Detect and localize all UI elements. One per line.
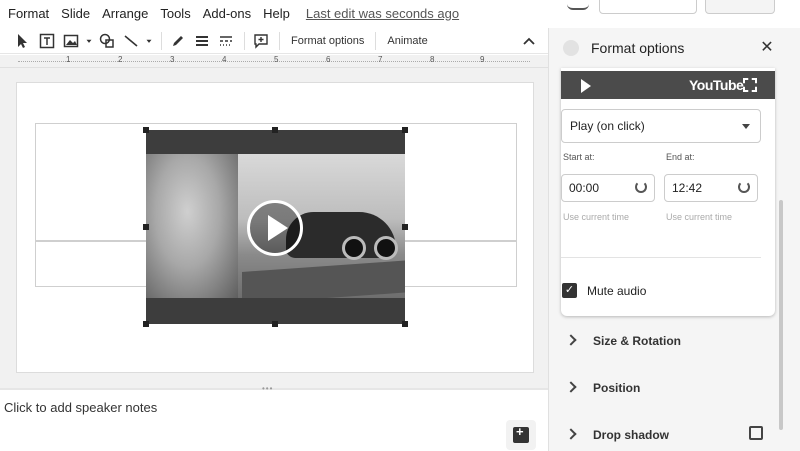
share-button[interactable]	[705, 0, 775, 14]
section-size-rotation[interactable]: Size & Rotation	[565, 332, 777, 352]
resize-handle[interactable]	[402, 127, 408, 133]
video-playback-card: YouTube Play (on click) Start at: End at…	[561, 68, 775, 316]
resize-handle[interactable]	[402, 321, 408, 327]
explore-button[interactable]	[506, 420, 536, 450]
ruler-number: 3	[170, 55, 175, 64]
section-label: Size & Rotation	[593, 334, 682, 348]
toolbar-divider	[161, 31, 162, 50]
notes-resize-grip-icon[interactable]: •••	[262, 385, 280, 393]
section-position[interactable]: Position	[565, 379, 777, 399]
embedded-video[interactable]	[146, 130, 405, 324]
thumbnail-person-image	[146, 154, 238, 298]
start-time-field[interactable]: 00:00	[561, 174, 655, 202]
menu-slide[interactable]: Slide	[61, 6, 90, 21]
resize-handle[interactable]	[143, 127, 149, 133]
menu-format[interactable]: Format	[8, 6, 49, 21]
select-tool-icon[interactable]	[12, 30, 34, 52]
end-at-label: End at:	[666, 152, 695, 162]
start-time-value: 00:00	[569, 181, 600, 195]
close-icon[interactable]: ✕	[757, 38, 777, 58]
resize-handle[interactable]	[272, 321, 278, 327]
toolbar-divider	[375, 31, 377, 50]
menu-help[interactable]: Help	[263, 6, 290, 21]
ruler-number: 5	[274, 55, 279, 64]
border-weight-icon[interactable]	[191, 30, 213, 52]
use-current-time-start[interactable]: Use current time	[563, 212, 629, 222]
comment-history-icon[interactable]	[567, 0, 589, 10]
mute-audio-label: Mute audio	[587, 284, 647, 298]
panel-title: Format options	[591, 40, 685, 56]
section-label: Position	[593, 381, 641, 395]
pen-color-icon[interactable]	[167, 30, 189, 52]
chevron-right-icon	[565, 334, 577, 346]
present-button[interactable]	[599, 0, 697, 14]
section-drop-shadow[interactable]: Drop shadow	[565, 426, 777, 446]
collapse-toolbar-icon[interactable]	[518, 31, 540, 53]
card-divider	[561, 257, 761, 258]
resize-handle[interactable]	[402, 224, 408, 230]
chevron-right-icon	[565, 381, 577, 393]
chevron-right-icon	[565, 428, 577, 440]
menu-arrange[interactable]: Arrange	[102, 6, 148, 21]
speaker-notes-area[interactable]: Click to add speaker notes	[4, 400, 157, 415]
youtube-play-icon[interactable]	[581, 79, 591, 93]
ruler-number: 9	[480, 55, 485, 64]
dropdown-arrow-icon[interactable]	[84, 30, 94, 52]
border-dash-icon[interactable]	[215, 30, 237, 52]
play-icon[interactable]	[247, 200, 303, 256]
add-comment-icon[interactable]	[250, 30, 272, 52]
thumbnail-wheel	[374, 236, 398, 260]
refresh-icon[interactable]	[738, 181, 750, 193]
thumbnail-ground-image	[242, 260, 405, 298]
format-options-panel: Format options ✕ YouTube Play (on click)…	[548, 28, 800, 451]
menu-add-ons[interactable]: Add-ons	[203, 6, 251, 21]
ruler-number: 6	[326, 55, 331, 64]
ruler-number: 2	[118, 55, 123, 64]
dropdown-caret-icon	[742, 124, 750, 129]
shape-icon[interactable]	[96, 30, 118, 52]
animate-button[interactable]: Animate	[381, 35, 433, 47]
refresh-icon[interactable]	[635, 181, 647, 193]
line-dropdown-icon[interactable]	[144, 30, 154, 52]
youtube-logo: YouTube	[689, 77, 744, 93]
ruler-number: 8	[430, 55, 435, 64]
thumbnail-wheel	[342, 236, 366, 260]
text-box-icon[interactable]	[36, 30, 58, 52]
playback-mode-value: Play (on click)	[570, 119, 645, 133]
end-time-value: 12:42	[672, 181, 703, 195]
drop-shadow-checkbox[interactable]	[749, 426, 763, 440]
toolbar-divider	[244, 31, 245, 50]
mute-audio-checkbox[interactable]: ✓	[562, 283, 577, 298]
line-icon[interactable]	[120, 30, 142, 52]
youtube-preview[interactable]: YouTube	[561, 71, 775, 99]
last-edit-link[interactable]: Last edit was seconds ago	[306, 6, 459, 21]
toolbar: Format options Animate	[0, 28, 548, 54]
end-time-field[interactable]: 12:42	[664, 174, 758, 202]
ruler-number: 1	[66, 55, 71, 64]
explore-icon	[513, 424, 529, 443]
menu-tools[interactable]: Tools	[160, 6, 190, 21]
playback-mode-select[interactable]: Play (on click)	[561, 109, 761, 143]
ruler: 1 2 3 4 5 6 7 8 9	[0, 55, 548, 68]
start-at-label: Start at:	[563, 152, 595, 162]
panel-header: Format options ✕	[549, 28, 800, 68]
header-right-controls	[555, 0, 800, 14]
fullscreen-icon[interactable]	[743, 78, 757, 92]
menu-bar: Format Slide Arrange Tools Add-ons Help …	[0, 0, 548, 26]
ruler-number: 4	[222, 55, 227, 64]
resize-handle[interactable]	[143, 321, 149, 327]
resize-handle[interactable]	[272, 127, 278, 133]
image-insert-icon[interactable]	[60, 30, 82, 52]
section-label: Drop shadow	[593, 428, 670, 442]
ruler-number: 7	[378, 55, 383, 64]
panel-logo-icon	[563, 40, 579, 56]
toolbar-divider	[279, 31, 280, 50]
resize-handle[interactable]	[143, 224, 149, 230]
format-options-button[interactable]: Format options	[285, 35, 370, 47]
use-current-time-end[interactable]: Use current time	[666, 212, 732, 222]
panel-scrollbar[interactable]	[779, 200, 783, 430]
